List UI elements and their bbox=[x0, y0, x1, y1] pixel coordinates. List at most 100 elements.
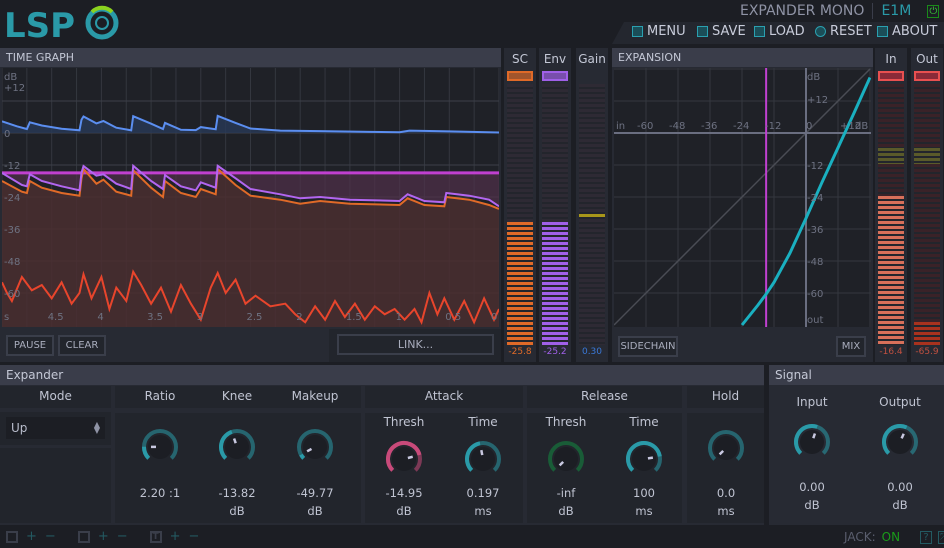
zoom-out-icon[interactable]: − bbox=[45, 530, 56, 543]
out-tick-label: -48 bbox=[807, 257, 823, 268]
makeup-unit: dB bbox=[307, 504, 323, 518]
load-button[interactable]: LOAD bbox=[754, 24, 805, 39]
input-unit: dB bbox=[804, 498, 820, 512]
help-icon[interactable]: ? bbox=[920, 530, 933, 544]
time-tick-label: 4.5 bbox=[48, 312, 64, 323]
ratio-value: 2.20 :1 bbox=[139, 486, 181, 500]
jack-label: JACK: bbox=[844, 530, 876, 544]
load-icon bbox=[754, 26, 765, 37]
peak-indicator[interactable] bbox=[542, 71, 568, 81]
zero-db-zone bbox=[914, 148, 940, 164]
mix-button[interactable]: MIX bbox=[836, 336, 866, 357]
hold-knob[interactable] bbox=[706, 428, 746, 468]
knob-pointer bbox=[480, 449, 484, 456]
release-thresh-value: -inf bbox=[556, 486, 576, 500]
input-knob[interactable] bbox=[792, 422, 832, 462]
db-tick-label: -60 bbox=[4, 289, 20, 300]
reset-button[interactable]: RESET bbox=[815, 24, 872, 39]
jack-status: ON bbox=[881, 530, 901, 544]
knob-body bbox=[392, 447, 416, 471]
attack-time-label: Time bbox=[468, 415, 498, 429]
power-icon[interactable]: ⏻ bbox=[927, 4, 940, 18]
font-down-icon[interactable]: − bbox=[189, 530, 200, 543]
menu-button[interactable]: MENU bbox=[632, 24, 686, 39]
hold-value: 0.0 bbox=[716, 486, 736, 500]
time-unit-label: s bbox=[4, 312, 9, 323]
zoom-in-icon[interactable]: + bbox=[26, 530, 37, 543]
time-graph-title: TIME GRAPH bbox=[0, 48, 501, 67]
makeup-knob[interactable] bbox=[295, 427, 335, 467]
release-time-value: 100 bbox=[633, 486, 655, 500]
mode-select[interactable]: Up ▲ ▼ bbox=[6, 417, 105, 439]
meter-fill bbox=[507, 222, 533, 345]
clear-button[interactable]: CLEAR bbox=[58, 335, 106, 356]
signal-title: Signal bbox=[769, 365, 944, 385]
output-knob[interactable] bbox=[880, 422, 920, 462]
about-label: ABOUT bbox=[892, 24, 938, 39]
knob-value-arc bbox=[142, 446, 151, 460]
peak-indicator[interactable] bbox=[878, 71, 904, 81]
time-tick-label: 1 bbox=[396, 312, 402, 323]
plugin-name: EXPANDER MONO bbox=[740, 3, 865, 19]
attack-label: Attack bbox=[424, 389, 464, 403]
reset-icon bbox=[815, 26, 826, 37]
attack-time-knob[interactable] bbox=[463, 439, 503, 479]
menu-label: MENU bbox=[647, 24, 686, 39]
plugin-code: E1M bbox=[881, 3, 912, 19]
in-tick-label: -60 bbox=[637, 121, 653, 132]
fullscreen-icon[interactable]: ⤧ bbox=[938, 530, 944, 544]
time-tick-label: 3.5 bbox=[147, 312, 163, 323]
sidechain-button[interactable]: SIDECHAIN bbox=[618, 336, 678, 357]
peak-indicator[interactable] bbox=[579, 71, 605, 81]
svg-text:LSP: LSP bbox=[4, 6, 75, 42]
save-label: SAVE bbox=[712, 24, 746, 39]
font-up-icon[interactable]: + bbox=[170, 530, 181, 543]
window-scale-icon[interactable] bbox=[77, 531, 90, 543]
font-size-icon[interactable]: T bbox=[149, 531, 162, 543]
peak-indicator[interactable] bbox=[914, 71, 940, 81]
peak-indicator[interactable] bbox=[507, 71, 533, 81]
makeup-label: Makeup bbox=[291, 389, 339, 403]
attack-thresh-value: -14.95 bbox=[385, 486, 423, 500]
in-tick-label: -12 bbox=[765, 121, 781, 132]
meter-value: -25.2 bbox=[543, 347, 567, 357]
time-tick-label: 4 bbox=[97, 312, 103, 323]
ratio-knob[interactable] bbox=[140, 427, 180, 467]
time-tick-label: 2 bbox=[296, 312, 302, 323]
out-tick-label: -24 bbox=[807, 193, 823, 204]
about-button[interactable]: ABOUT bbox=[877, 24, 937, 39]
release-thresh-knob[interactable] bbox=[546, 439, 586, 479]
db-tick-label: +12 bbox=[4, 83, 25, 94]
knob-pointer bbox=[647, 456, 654, 460]
input-value: 0.00 bbox=[799, 480, 825, 494]
expansion-graph: in -60 -48 -36 -24 -12 0 +12dBdB+12-12-24-36-48… bbox=[614, 68, 871, 327]
link-button[interactable]: LINK... bbox=[337, 334, 494, 355]
in-label: in bbox=[616, 121, 625, 132]
output-value: 0.00 bbox=[887, 480, 913, 494]
time-tick-label: 0 bbox=[491, 312, 497, 323]
scale-up-icon[interactable]: + bbox=[98, 530, 109, 543]
save-button[interactable]: SAVE bbox=[697, 24, 746, 39]
knob-body bbox=[888, 430, 912, 454]
release-thresh-label: Thresh bbox=[545, 415, 587, 429]
window-size-icon[interactable] bbox=[6, 531, 18, 543]
meter-fill bbox=[914, 321, 940, 345]
release-time-label: Time bbox=[629, 415, 659, 429]
out-tick-label: -12 bbox=[807, 161, 823, 172]
knee-knob[interactable] bbox=[217, 427, 257, 467]
meter-label: Out bbox=[916, 52, 938, 66]
scale-down-icon[interactable]: − bbox=[117, 530, 128, 543]
db-unit-label: dB bbox=[4, 72, 17, 83]
knob-body bbox=[800, 430, 824, 454]
knee-value: -13.82 bbox=[218, 486, 256, 500]
release-time-knob[interactable] bbox=[624, 439, 664, 479]
meter-label: Env bbox=[543, 52, 567, 66]
attack-thresh-knob[interactable] bbox=[384, 439, 424, 479]
knob-pointer bbox=[232, 438, 237, 444]
pause-button[interactable]: PAUSE bbox=[6, 335, 54, 356]
db-tick-label: -24 bbox=[4, 193, 20, 204]
out-unit-label: dB bbox=[807, 72, 820, 83]
release-time-unit: ms bbox=[635, 504, 653, 518]
hold-label: Hold bbox=[711, 389, 740, 403]
reset-label: RESET bbox=[830, 24, 872, 39]
